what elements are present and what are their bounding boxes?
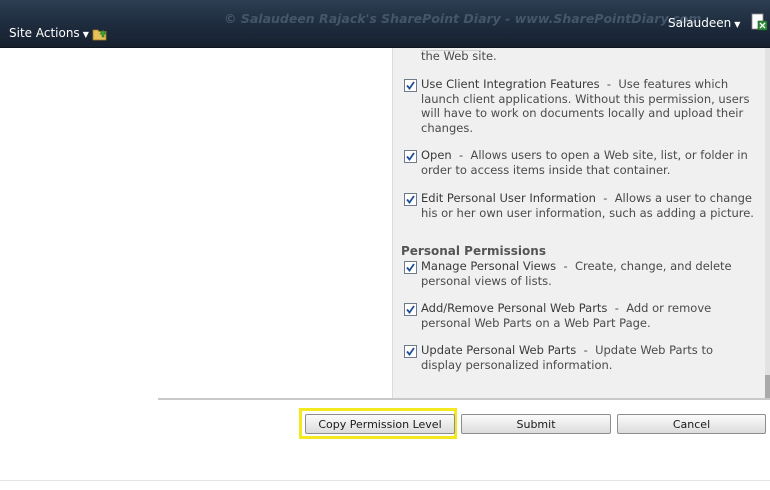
permission-description-line: changes. — [421, 120, 473, 135]
watermark-text: © Salaudeen Rajack's SharePoint Diary - … — [224, 11, 702, 26]
permission-description-line: personal Web Parts on a Web Part Page. — [421, 315, 651, 330]
permission-item: Open - Allows users to open a Web site, … — [421, 148, 761, 177]
permission-description-line: personal views of lists. — [421, 273, 552, 288]
permission-name: Manage Personal Views — [421, 259, 557, 273]
permission-item: Update Personal Web Parts - Update Web P… — [421, 343, 761, 372]
site-actions-menu[interactable]: Site Actions ▼ — [9, 26, 89, 40]
permission-name: Use Client Integration Features — [421, 77, 600, 91]
chevron-down-icon: ▼ — [734, 20, 741, 29]
left-pane — [0, 48, 392, 398]
permission-description-line: display personalized information. — [421, 357, 613, 372]
user-name: Salaudeen — [668, 16, 732, 30]
cancel-button[interactable]: Cancel — [617, 414, 766, 434]
excel-document-icon[interactable] — [750, 13, 768, 31]
section-divider — [158, 398, 770, 400]
submit-button[interactable]: Submit — [461, 414, 611, 434]
separator: - — [583, 343, 588, 357]
permission-description: Allows a user to change — [614, 191, 752, 205]
permission-name: Edit Personal User Information — [421, 191, 596, 205]
checkmark-icon — [406, 305, 415, 314]
permission-description-line: will have to work on documents locally a… — [421, 106, 744, 120]
permission-item: Use Client Integration Features - Use fe… — [421, 77, 761, 135]
permission-item: Add/Remove Personal Web Parts - Add or r… — [421, 301, 761, 330]
checkmark-icon — [406, 81, 415, 90]
copy-permission-level-button[interactable]: Copy Permission Level — [305, 414, 455, 434]
site-actions-label: Site Actions — [9, 26, 80, 40]
top-ribbon: Site Actions ▼ © Salaudeen Rajack's Share… — [0, 0, 770, 48]
separator: - — [614, 301, 619, 315]
permission-name: Add/Remove Personal Web Parts — [421, 301, 608, 315]
permission-description: Allows users to open a Web site, list, o… — [470, 148, 748, 162]
permission-checkbox[interactable] — [404, 150, 417, 163]
chevron-down-icon: ▼ — [82, 30, 89, 39]
separator: - — [459, 148, 464, 162]
permission-name: Update Personal Web Parts — [421, 343, 577, 357]
permission-description: Create, change, and delete — [574, 259, 732, 273]
permission-checkbox[interactable] — [404, 261, 417, 274]
permission-item: Edit Personal User Information - Allows … — [421, 191, 761, 220]
personal-permissions-heading: Personal Permissions — [401, 244, 546, 258]
checkmark-icon — [406, 347, 415, 356]
user-menu[interactable]: Salaudeen ▼ — [668, 16, 740, 30]
permission-checkbox[interactable] — [404, 303, 417, 316]
permission-description: Update Web Parts to — [595, 343, 713, 357]
permission-checkbox[interactable] — [404, 345, 417, 358]
navigate-up-folder-icon[interactable] — [92, 27, 108, 41]
checkmark-icon — [406, 263, 415, 272]
separator: - — [563, 259, 568, 273]
permission-item: Manage Personal Views - Create, change, … — [421, 259, 761, 288]
permission-checkbox[interactable] — [404, 193, 417, 206]
vertical-scrollbar[interactable] — [765, 48, 770, 398]
permission-description: Add or remove — [626, 301, 712, 315]
permission-description-line: his or her own user information, such as… — [421, 205, 754, 220]
permission-description: Use features which — [618, 77, 729, 91]
permission-description-line: launch client applications. Without this… — [421, 91, 750, 106]
checkmark-icon — [406, 195, 415, 204]
permission-description-fragment: the Web site. — [421, 49, 497, 63]
scrollbar-thumb[interactable] — [765, 375, 770, 398]
separator: - — [603, 191, 608, 205]
checkmark-icon — [406, 152, 415, 161]
permission-description-line: order to access items inside that contai… — [421, 162, 671, 177]
separator: - — [606, 77, 612, 91]
permission-name: Open — [421, 148, 452, 162]
permission-checkbox[interactable] — [404, 79, 417, 92]
